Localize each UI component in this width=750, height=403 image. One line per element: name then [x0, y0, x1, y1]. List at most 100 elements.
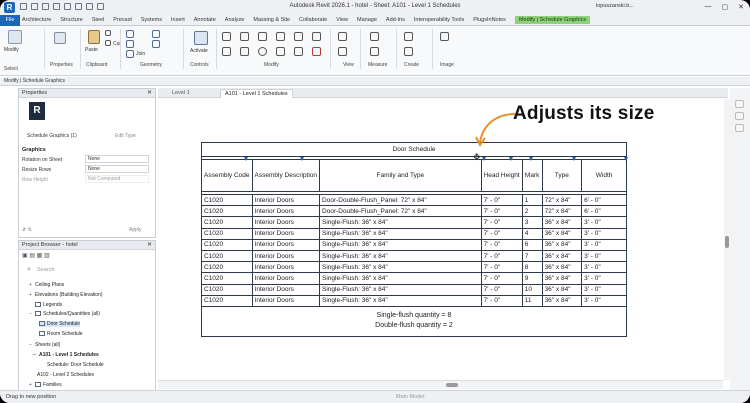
- tab-plugsinnotes[interactable]: PlugsInNotes: [473, 17, 506, 23]
- tab-interoperability-tools[interactable]: Interoperability Tools: [414, 17, 464, 23]
- pin-icon[interactable]: [312, 32, 321, 41]
- cell: Single-Flush: 36" x 84": [319, 227, 482, 240]
- panel-select[interactable]: Select: [4, 66, 18, 72]
- tab-level-1[interactable]: Level 1: [168, 89, 194, 98]
- tree-item[interactable]: Legends: [29, 302, 62, 308]
- tree-item[interactable]: + Elevations (Building Elevation): [29, 292, 103, 298]
- tab-view[interactable]: View: [336, 17, 348, 23]
- properties-icon[interactable]: [54, 32, 66, 44]
- column-resize-grip[interactable]: [482, 157, 486, 161]
- steering-wheel-icon[interactable]: [734, 112, 744, 120]
- trim-icon[interactable]: [276, 32, 285, 41]
- tab-precast[interactable]: Precast: [113, 17, 132, 23]
- column-resize-grip[interactable]: [509, 157, 513, 161]
- tab-analyze[interactable]: Analyze: [225, 17, 245, 23]
- tab-systems[interactable]: Systems: [141, 17, 162, 23]
- zoom-icon[interactable]: [734, 124, 744, 132]
- hide-icon[interactable]: [338, 47, 347, 56]
- apply-button[interactable]: Apply: [129, 227, 142, 233]
- minimize-button[interactable]: —: [705, 3, 712, 11]
- tree-item[interactable]: A102 - Level 2 Schedules: [37, 372, 94, 378]
- split-face-icon[interactable]: [152, 40, 160, 48]
- browser-search-input[interactable]: Search: [37, 267, 54, 273]
- type-selector[interactable]: Schedule Graphics (1): [27, 133, 77, 139]
- cut-geometry-icon[interactable]: [126, 40, 134, 48]
- split-icon[interactable]: [276, 47, 285, 56]
- mirror-icon[interactable]: [258, 32, 267, 41]
- horizontal-scroll-thumb[interactable]: [446, 383, 458, 387]
- user-account[interactable]: lopuszanski.b...: [596, 3, 634, 9]
- browser-toolbar: ▣ ▤ ▦ ▥: [22, 253, 50, 259]
- activate-icon[interactable]: [194, 31, 208, 45]
- tab-modify-schedule-graphics[interactable]: Modify | Schedule Graphics: [514, 16, 591, 24]
- join-icon[interactable]: [126, 50, 134, 58]
- move-icon[interactable]: [222, 47, 231, 56]
- tab-annotate[interactable]: Annotate: [194, 17, 216, 23]
- property-value[interactable]: None: [85, 165, 149, 173]
- tab-insert[interactable]: Insert: [171, 17, 185, 23]
- column-resize-grip[interactable]: [300, 157, 304, 161]
- tab-structure[interactable]: Structure: [60, 17, 82, 23]
- create-assembly-icon[interactable]: [404, 32, 413, 41]
- tab-architecture[interactable]: Architecture: [22, 17, 51, 23]
- active-model[interactable]: Main Model: [396, 391, 424, 403]
- cell: 3' - 0": [581, 227, 627, 240]
- maximize-button[interactable]: ▢: [722, 3, 729, 11]
- scale-icon[interactable]: [294, 47, 303, 56]
- column-resize-grip[interactable]: [529, 157, 533, 161]
- cell: C1020: [201, 238, 253, 251]
- tree-item[interactable]: − A101 - Level 1 Schedules: [33, 352, 99, 358]
- properties-toolbar-icons[interactable]: ⇵ ⇅: [22, 227, 32, 233]
- cell: Interior Doors: [251, 261, 321, 274]
- column-resize-grip[interactable]: [244, 157, 248, 161]
- panel-geometry: Geometry: [140, 62, 162, 68]
- copy-icon[interactable]: [105, 30, 111, 36]
- copy-element-icon[interactable]: [240, 47, 249, 56]
- ribbon-tabs: File Architecture Structure Steel Precas…: [0, 15, 750, 26]
- tree-item[interactable]: + Ceiling Plans: [29, 282, 64, 288]
- tree-item[interactable]: − Schedules/Quantities (all): [29, 311, 100, 317]
- file-tab[interactable]: File: [0, 15, 20, 26]
- cell: 36" x 84": [541, 261, 583, 274]
- tree-item[interactable]: − Sheets (all): [29, 342, 60, 348]
- array-icon[interactable]: [294, 32, 303, 41]
- door-schedule-graphic[interactable]: Door Schedule Assembly Code Assembly Des…: [201, 142, 628, 337]
- view-icon[interactable]: [338, 32, 347, 41]
- image-icon[interactable]: [440, 32, 449, 41]
- tree-item[interactable]: Door Schedule: [39, 321, 81, 327]
- vertical-scrollbar[interactable]: [724, 99, 730, 380]
- paint-icon[interactable]: [152, 30, 160, 38]
- tab-steel[interactable]: Steel: [92, 17, 105, 23]
- property-value[interactable]: None: [85, 155, 149, 163]
- close-icon[interactable]: ✕: [147, 89, 152, 98]
- tree-label: Families: [43, 382, 62, 388]
- scroll-thumb[interactable]: [725, 236, 729, 248]
- tree-item[interactable]: Room Schedule: [39, 331, 83, 337]
- create-group-icon[interactable]: [404, 47, 413, 56]
- cope-icon[interactable]: [126, 30, 134, 38]
- delete-icon[interactable]: [312, 47, 321, 56]
- tab-add-ins[interactable]: Add-Ins: [386, 17, 405, 23]
- tree-item[interactable]: Schedule: Door Schedule: [47, 362, 104, 368]
- modify-cursor-icon[interactable]: [8, 30, 22, 44]
- measure-icon[interactable]: [370, 32, 379, 41]
- viewcube-icon[interactable]: [734, 100, 744, 108]
- tab-manage[interactable]: Manage: [357, 17, 377, 23]
- graphics-section[interactable]: Graphics: [22, 147, 46, 153]
- tab-massing-site[interactable]: Massing & Site: [253, 17, 290, 23]
- column-resize-grip[interactable]: [572, 157, 576, 161]
- cut-icon[interactable]: [105, 40, 111, 46]
- tab-a101-level-1-schedules[interactable]: A101 - Level 1 Schedules: [220, 89, 293, 98]
- offset-icon[interactable]: [240, 32, 249, 41]
- tab-collaborate[interactable]: Collaborate: [299, 17, 327, 23]
- column-resize-grip[interactable]: [624, 157, 628, 161]
- close-button[interactable]: ✕: [738, 3, 744, 11]
- column-header: Head Height: [480, 159, 523, 192]
- paste-icon[interactable]: [88, 30, 100, 44]
- rotate-icon[interactable]: [258, 47, 267, 56]
- dimension-icon[interactable]: [370, 47, 379, 56]
- close-icon[interactable]: ✕: [147, 241, 152, 250]
- align-icon[interactable]: [222, 32, 231, 41]
- tree-item[interactable]: + Families: [29, 382, 62, 388]
- edit-type-button[interactable]: Edit Type: [115, 133, 136, 139]
